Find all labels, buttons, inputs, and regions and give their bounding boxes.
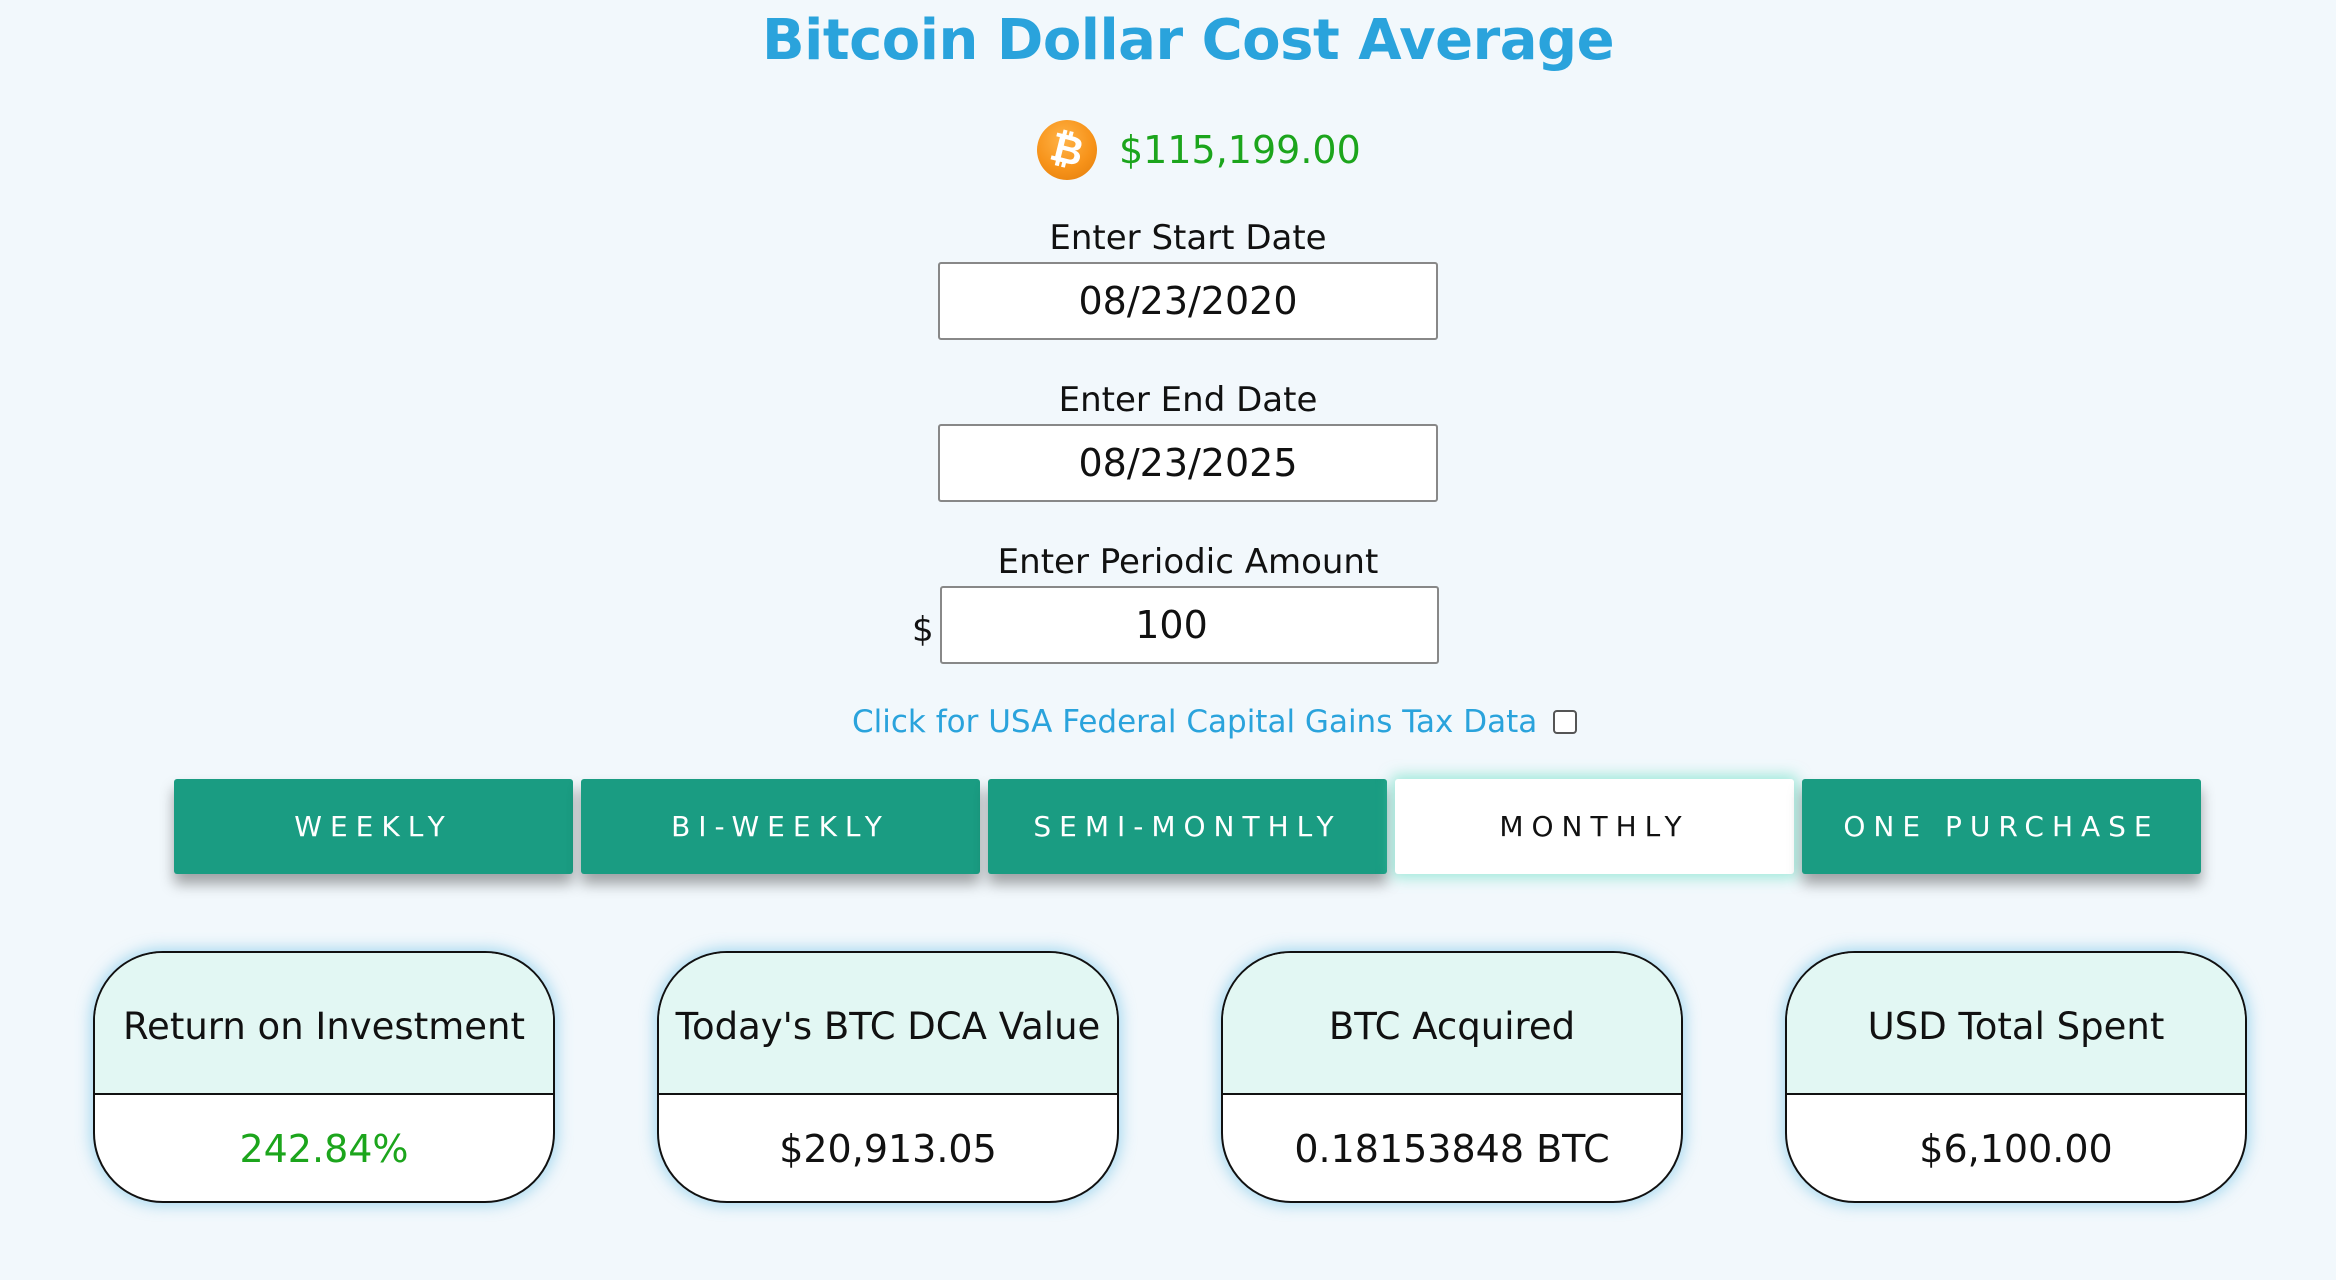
dca-value-card-value: $20,913.05 xyxy=(779,1127,997,1171)
tax-data-toggle[interactable]: Click for USA Federal Capital Gains Tax … xyxy=(852,704,1578,740)
frequency-monthly-button[interactable]: MONTHLY xyxy=(1395,779,1794,874)
roi-card-label: Return on Investment xyxy=(95,953,553,1095)
bitcoin-logo-icon: ₿ xyxy=(1030,113,1104,187)
periodic-amount-label: Enter Periodic Amount xyxy=(997,542,1379,582)
usd-spent-card: USD Total Spent $6,100.00 xyxy=(1785,951,2247,1203)
dca-value-card-label: Today's BTC DCA Value xyxy=(659,953,1117,1095)
usd-spent-card-value: $6,100.00 xyxy=(1919,1127,2113,1171)
frequency-weekly-button[interactable]: WEEKLY xyxy=(174,779,573,874)
usd-spent-card-label: USD Total Spent xyxy=(1787,953,2245,1095)
btc-acquired-card-label: BTC Acquired xyxy=(1223,953,1681,1095)
dca-value-card: Today's BTC DCA Value $20,913.05 xyxy=(657,951,1119,1203)
roi-card: Return on Investment 242.84% xyxy=(93,951,555,1203)
btc-acquired-card-value: 0.18153848 BTC xyxy=(1294,1127,1610,1171)
start-date-label: Enter Start Date xyxy=(1049,218,1327,258)
start-date-input[interactable] xyxy=(938,262,1438,340)
frequency-bi-weekly-button[interactable]: BI-WEEKLY xyxy=(581,779,980,874)
end-date-input[interactable] xyxy=(938,424,1438,502)
end-date-label: Enter End Date xyxy=(1058,380,1318,420)
btc-price-display: ₿ $115,199.00 xyxy=(1030,113,1361,187)
frequency-one-purchase-button[interactable]: ONE PURCHASE xyxy=(1802,779,2201,874)
frequency-semi-monthly-button[interactable]: SEMI-MONTHLY xyxy=(988,779,1387,874)
tax-data-checkbox[interactable] xyxy=(1553,710,1578,734)
frequency-selector: WEEKLY BI-WEEKLY SEMI-MONTHLY MONTHLY ON… xyxy=(174,779,2209,874)
page-title: Bitcoin Dollar Cost Average xyxy=(761,8,1615,73)
dollar-prefix: $ xyxy=(912,610,934,650)
roi-card-value: 242.84% xyxy=(239,1127,409,1171)
btc-acquired-card: BTC Acquired 0.18153848 BTC xyxy=(1221,951,1683,1203)
tax-data-link[interactable]: Click for USA Federal Capital Gains Tax … xyxy=(852,704,1537,740)
btc-price: $115,199.00 xyxy=(1119,128,1361,172)
periodic-amount-input[interactable] xyxy=(940,586,1439,664)
